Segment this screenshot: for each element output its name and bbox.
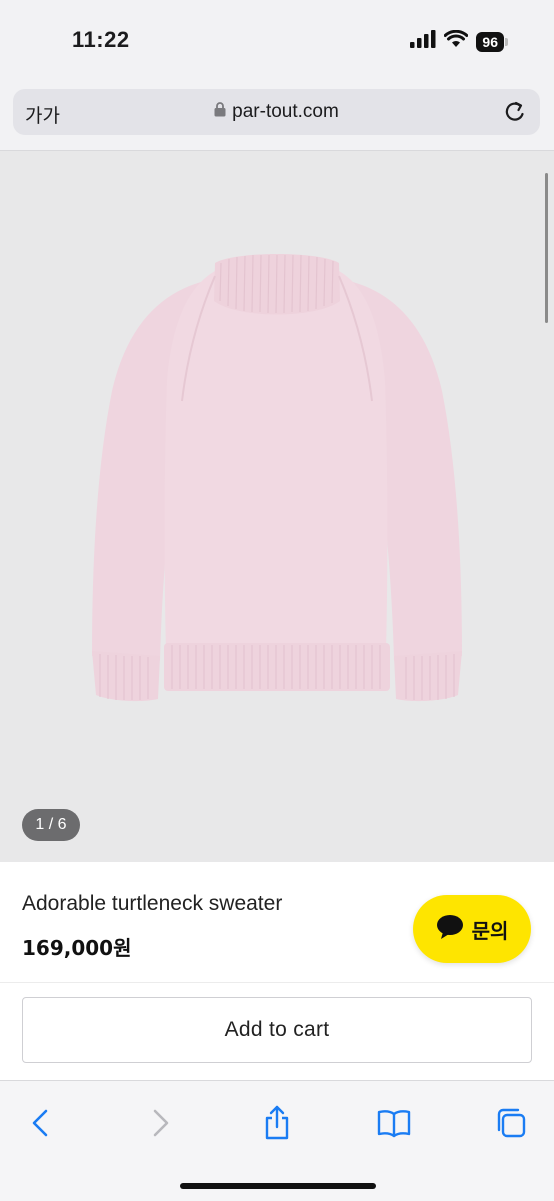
image-counter-badge: 1 / 6 xyxy=(22,809,80,841)
lock-icon xyxy=(214,101,226,123)
inquiry-chat-button[interactable]: 문의 xyxy=(413,895,531,963)
inquiry-label: 문의 xyxy=(471,918,509,943)
wifi-icon xyxy=(444,29,469,53)
product-price: 169,000원 xyxy=(22,936,132,960)
cart-section: Add to cart xyxy=(0,982,554,1081)
add-to-cart-button[interactable]: Add to cart xyxy=(22,997,532,1063)
battery-level: 96 xyxy=(476,31,504,52)
product-image-gallery[interactable]: 1 / 6 xyxy=(0,151,554,862)
bookmarks-icon[interactable] xyxy=(374,1103,414,1143)
address-bar[interactable]: 가가 par-tout.com xyxy=(13,89,540,135)
share-icon[interactable] xyxy=(257,1103,297,1143)
browser-toolbar xyxy=(0,1080,554,1201)
home-indicator xyxy=(180,1183,376,1189)
status-time: 11:22 xyxy=(72,27,130,52)
sweater-image xyxy=(92,254,462,702)
battery-icon: 96 xyxy=(476,31,508,52)
tabs-icon[interactable] xyxy=(491,1103,531,1143)
product-info: Adorable turtleneck sweater 169,000원 문의 xyxy=(0,862,554,982)
url-text: par-tout.com xyxy=(232,101,339,123)
back-icon[interactable] xyxy=(20,1103,60,1143)
status-icons: 96 xyxy=(410,29,508,53)
chat-bubble-icon xyxy=(436,914,464,945)
signal-icon xyxy=(410,30,436,53)
battery-tip xyxy=(505,37,508,46)
status-bar: 11:22 96 xyxy=(0,0,554,80)
scroll-indicator[interactable] xyxy=(545,173,548,323)
reload-icon[interactable] xyxy=(502,99,528,130)
product-name: Adorable turtleneck sweater xyxy=(22,892,283,915)
url-display[interactable]: par-tout.com xyxy=(13,101,540,123)
forward-icon[interactable] xyxy=(141,1103,181,1143)
browser-address-area: 가가 par-tout.com xyxy=(0,80,554,151)
